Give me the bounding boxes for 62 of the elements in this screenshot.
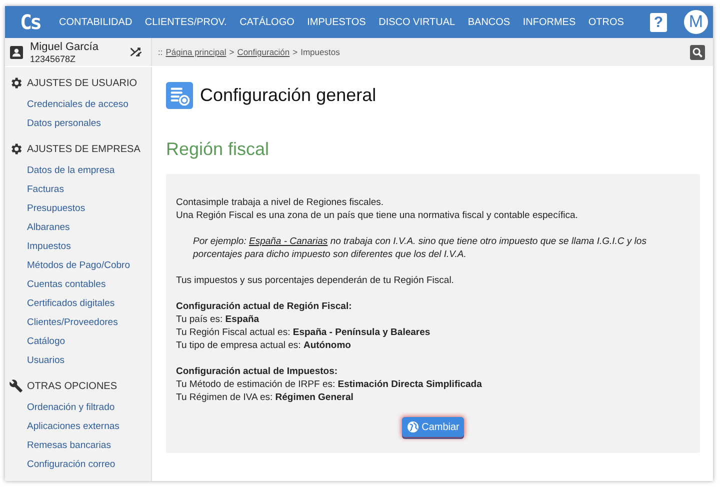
menu-item[interactable]: OTROS [584,16,628,28]
sidebar-link[interactable]: Configuración correo [5,455,152,474]
intro-text: Una Región Fiscal es una zona de un país que tiene una normativa fiscal y contable específica. [176,209,579,222]
sidebar-link[interactable]: Cuentas contables [5,275,152,294]
change-button[interactable]: Cambiar [402,417,464,437]
sidebar-link[interactable]: Presupuestos [5,199,152,218]
gear-icon [9,76,23,90]
sidebar-link[interactable]: Catálogo [5,332,152,351]
sidebar-link[interactable]: Remesas bancarias [5,436,152,455]
intro-text: Contasimple trabaja a nivel de Regiones fiscales. [176,196,385,209]
tax-coins-icon [166,82,193,109]
menu-item[interactable]: BANCOS [464,16,514,28]
contact-card-icon [10,46,23,58]
sidebar-link[interactable]: Clientes/Proveedores [5,313,152,332]
group-heading: Configuración actual de Impuestos: [176,365,339,378]
wrench-icon [9,379,23,393]
menu-item[interactable]: CONTABILIDAD [55,16,136,28]
section-heading: OTRAS OPCIONES [27,380,118,392]
avatar[interactable]: M [683,9,709,35]
sidebar-link[interactable]: Ordenación y filtrado [5,398,152,417]
shuffle-icon[interactable] [130,46,142,58]
breadcrumb-separator: > [292,47,298,57]
globe-icon [406,421,419,433]
sidebar-link[interactable]: Credenciales de acceso [5,95,152,114]
sidebar-link[interactable]: Impuestos [5,237,152,256]
group-heading: Configuración actual de Región Fiscal: [176,300,353,313]
sidebar-link[interactable]: Albaranes [5,218,152,237]
user-name: Miguel García [30,40,98,54]
sidebar-link[interactable]: Datos personales [5,114,152,133]
sidebar-link[interactable]: Datos de la empresa [5,161,152,180]
user-id: 12345678Z [30,54,77,64]
menu-item[interactable]: CLIENTES/PROV. [140,16,231,28]
breadcrumb-prefix: :: [158,47,163,57]
section-heading: AJUSTES DE USUARIO [27,78,138,88]
example-link[interactable]: España - Canarias [248,236,328,247]
menu-item[interactable]: DISCO VIRTUAL [374,16,460,28]
breadcrumb-link[interactable]: Configuración [237,47,290,57]
sidebar-link[interactable]: Aplicaciones externas [5,417,152,436]
gear-icon [9,142,23,156]
sidebar-link[interactable]: Certificados digitales [5,294,152,313]
setting-line: Tu Región Fiscal actual es: España - Península y Baleares [176,326,432,339]
page-title: Configuración general [200,85,376,106]
menu-item[interactable]: IMPUESTOS [303,16,370,28]
example-text: Por ejemplo: España - Canarias no trabaja con I.V.A. sino que tiene otro impuesto que se llama I.G.I.C y los porcentajes para dicho impuesto son diferentes que los del I.V.A. [193,235,648,261]
menu-item[interactable]: CATÁLOGO [236,16,298,28]
menu-item[interactable]: INFORMES [518,16,580,28]
search-button[interactable] [690,44,705,60]
logo[interactable]: Cs [5,10,55,34]
setting-line: Tu tipo de empresa actual es: Autónomo [176,339,352,352]
breadcrumb-link[interactable]: Página principal [166,47,226,57]
sidebar-link[interactable]: Facturas [5,180,152,199]
sidebar-link[interactable]: Usuarios [5,351,152,370]
section-title: Región fiscal [166,139,270,160]
breadcrumb-separator: > [229,47,234,57]
setting-line: Tu Régimen de IVA es: Régimen General [176,391,354,404]
setting-line: Tu país es: España [176,313,260,326]
help-button[interactable]: ? [650,12,667,32]
breadcrumb-current: Impuestos [300,47,340,57]
setting-line: Tu Método de estimación de IRPF es: Estimación Directa Simplificada [176,378,483,391]
section-heading: AJUSTES DE EMPRESA [27,144,140,154]
sidebar-link[interactable]: Métodos de Pago/Cobro [5,256,152,275]
note-text: Tus impuestos y sus porcentajes dependerán de tu Región Fiscal. [176,274,455,287]
